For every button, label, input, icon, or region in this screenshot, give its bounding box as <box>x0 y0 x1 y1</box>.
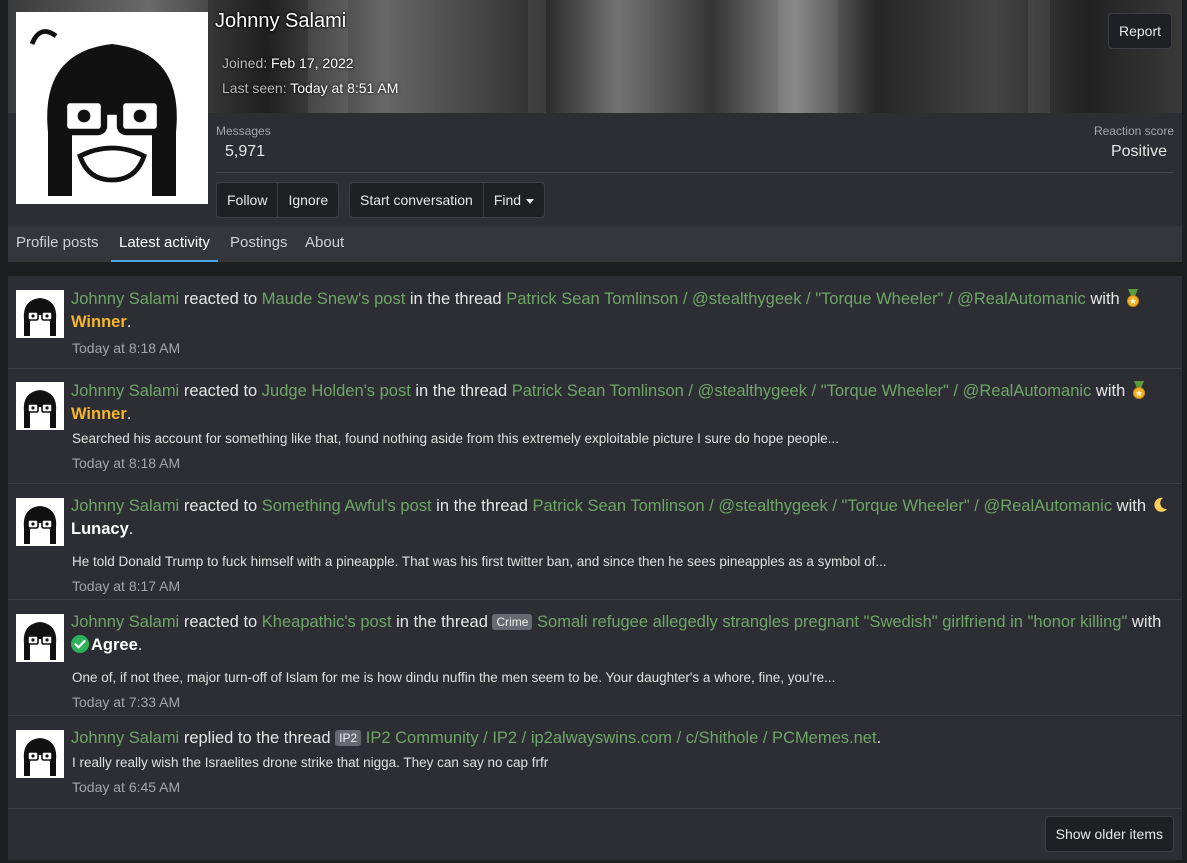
list-item: Johnny Salami reacted to Something Awful… <box>8 484 1182 600</box>
last-seen-label: Last seen: <box>222 80 287 96</box>
post-link[interactable]: Kheapathic's post <box>262 613 392 631</box>
list-item: Johnny Salami reacted to Maude Snew's po… <box>8 276 1182 369</box>
activity-mid: in the thread <box>405 290 507 308</box>
conversation-find-group: Start conversation Find <box>349 182 546 218</box>
reaction-lunacy: Lunacy <box>71 520 129 538</box>
list-item: Johnny Salami reacted to Kheapathic's po… <box>8 600 1182 716</box>
checkmark-icon <box>71 635 89 653</box>
activity-with: with <box>1085 290 1125 308</box>
activity-feed: Johnny Salami reacted to Maude Snew's po… <box>8 276 1182 860</box>
user-link[interactable]: Johnny Salami <box>71 382 179 400</box>
reaction-agree: Agree <box>91 636 138 654</box>
activity-verb: replied to the thread <box>179 729 336 747</box>
activity-verb: reacted to <box>179 613 262 631</box>
activity-text: Johnny Salami reacted to Kheapathic's po… <box>71 611 1171 657</box>
messages-label: Messages <box>216 124 271 138</box>
avatar[interactable] <box>16 290 64 338</box>
reaction-score-label: Reaction score <box>1093 124 1174 138</box>
activity-snippet: He told Donald Trump to fuck himself wit… <box>72 554 887 569</box>
list-item: Johnny Salami replied to the thread IP2 … <box>8 716 1182 809</box>
last-seen-value[interactable]: Today at 8:51 AM <box>290 80 398 96</box>
activity-end: . <box>126 313 132 331</box>
activity-time[interactable]: Today at 8:18 AM <box>72 340 180 356</box>
thread-link[interactable]: Somali refugee allegedly strangles pregn… <box>537 613 1127 631</box>
follow-button[interactable]: Follow <box>217 183 279 217</box>
activity-with: with <box>1091 382 1130 400</box>
activity-text: Johnny Salami reacted to Something Awful… <box>71 495 1171 541</box>
ignore-button[interactable]: Ignore <box>278 183 338 217</box>
user-link[interactable]: Johnny Salami <box>71 290 179 308</box>
medal-icon <box>1124 289 1142 307</box>
profile-avatar[interactable] <box>16 12 208 204</box>
activity-end: . <box>137 636 143 654</box>
activity-time[interactable]: Today at 6:45 AM <box>72 779 180 795</box>
activity-snippet: One of, if not thee, major turn-off of I… <box>72 670 836 685</box>
tab-postings[interactable]: Postings <box>230 226 288 262</box>
activity-mid: in the thread <box>431 497 533 515</box>
activity-mid: in the thread <box>410 382 512 400</box>
find-label: Find <box>493 192 522 208</box>
activity-verb: reacted to <box>179 382 262 400</box>
show-older-items-button[interactable]: Show older items <box>1044 816 1174 852</box>
activity-time[interactable]: Today at 8:17 AM <box>72 578 180 594</box>
activity-text: Johnny Salami reacted to Maude Snew's po… <box>71 288 1171 334</box>
divider <box>216 172 1173 173</box>
user-link[interactable]: Johnny Salami <box>71 497 179 515</box>
profile-header: Johnny Salami Joined: Feb 17, 2022 Last … <box>8 0 1182 262</box>
cover-shade <box>208 0 1182 113</box>
thread-link[interactable]: Patrick Sean Tomlinson / @stealthygeek /… <box>512 382 1092 400</box>
avatar[interactable] <box>16 730 64 778</box>
activity-time[interactable]: Today at 8:18 AM <box>72 455 180 471</box>
activity-with: with <box>1127 613 1162 631</box>
thread-prefix-badge[interactable]: IP2 <box>335 730 362 746</box>
medal-icon <box>1130 381 1148 399</box>
activity-text: Johnny Salami reacted to Judge Holden's … <box>71 380 1171 426</box>
avatar[interactable] <box>16 382 64 430</box>
follow-ignore-group: Follow Ignore <box>216 182 340 218</box>
user-link[interactable]: Johnny Salami <box>71 729 179 747</box>
user-link[interactable]: Johnny Salami <box>71 613 179 631</box>
reaction-score-value[interactable]: Positive <box>1111 143 1167 161</box>
activity-with: with <box>1112 497 1151 515</box>
thread-link[interactable]: Patrick Sean Tomlinson / @stealthygeek /… <box>532 497 1112 515</box>
avatar[interactable] <box>16 614 64 662</box>
messages-value[interactable]: 5,971 <box>225 143 265 161</box>
avatar[interactable] <box>16 498 64 546</box>
activity-verb: reacted to <box>179 497 262 515</box>
joined-line: Joined: Feb 17, 2022 <box>222 55 354 71</box>
report-button[interactable]: Report <box>1107 13 1172 49</box>
activity-end: . <box>128 520 134 538</box>
tab-profile-posts[interactable]: Profile posts <box>16 226 99 262</box>
find-button[interactable]: Find <box>484 183 544 217</box>
chevron-down-icon <box>526 198 535 204</box>
activity-snippet: Searched his account for something like … <box>72 431 839 446</box>
joined-value: Feb 17, 2022 <box>271 55 354 71</box>
activity-snippet: I really really wish the Israelites dron… <box>72 755 549 770</box>
activity-end: . <box>126 405 132 423</box>
last-seen-line: Last seen: Today at 8:51 AM <box>222 80 398 96</box>
thread-prefix-badge[interactable]: Crime <box>492 614 533 630</box>
profile-username: Johnny Salami <box>215 10 347 32</box>
start-conversation-button[interactable]: Start conversation <box>350 183 484 217</box>
thread-link[interactable]: Patrick Sean Tomlinson / @stealthygeek /… <box>506 290 1086 308</box>
moon-icon <box>1151 496 1169 514</box>
profile-tabs: Profile posts Latest activity Postings A… <box>8 226 1182 262</box>
reaction-winner: Winner <box>71 313 127 331</box>
activity-end: . <box>876 729 882 747</box>
reaction-winner: Winner <box>71 405 127 423</box>
post-link[interactable]: Maude Snew's post <box>262 290 405 308</box>
thread-link[interactable]: IP2 Community / IP2 / ip2alwayswins.com … <box>366 729 877 747</box>
post-link[interactable]: Something Awful's post <box>262 497 432 515</box>
activity-verb: reacted to <box>179 290 262 308</box>
activity-text: Johnny Salami replied to the thread IP2 … <box>71 727 1171 750</box>
joined-label: Joined: <box>222 55 268 71</box>
activity-mid: in the thread <box>391 613 493 631</box>
activity-time[interactable]: Today at 7:33 AM <box>72 694 180 710</box>
post-link[interactable]: Judge Holden's post <box>262 382 411 400</box>
list-item: Johnny Salami reacted to Judge Holden's … <box>8 369 1182 484</box>
tab-latest-activity[interactable]: Latest activity <box>111 226 218 262</box>
tab-about[interactable]: About <box>305 226 344 262</box>
